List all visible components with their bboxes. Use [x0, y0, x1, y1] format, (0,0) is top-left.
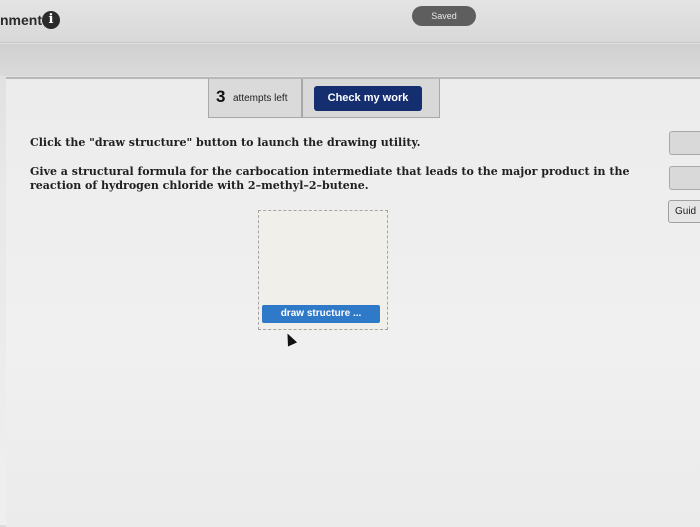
top-bar: nment i Saved [0, 0, 700, 43]
info-icon[interactable]: i [42, 11, 60, 29]
check-my-work-button[interactable]: Check my work [314, 86, 422, 111]
saved-badge: Saved [412, 6, 476, 26]
draw-structure-button[interactable]: draw structure ... [262, 305, 380, 323]
instruction-text: Click the "draw structure" button to lau… [30, 136, 421, 149]
side-button-1[interactable] [669, 131, 700, 155]
guided-solution-button[interactable]: Guid [668, 200, 700, 223]
header-band [0, 44, 700, 76]
attempts-count: 3 [216, 87, 226, 106]
attempts-indicator: 3 attempts left [208, 79, 302, 118]
side-button-2[interactable] [669, 166, 700, 190]
assignment-title: nment [0, 12, 42, 28]
question-text: Give a structural formula for the carboc… [30, 165, 630, 192]
attempts-label: attempts left [233, 93, 288, 104]
